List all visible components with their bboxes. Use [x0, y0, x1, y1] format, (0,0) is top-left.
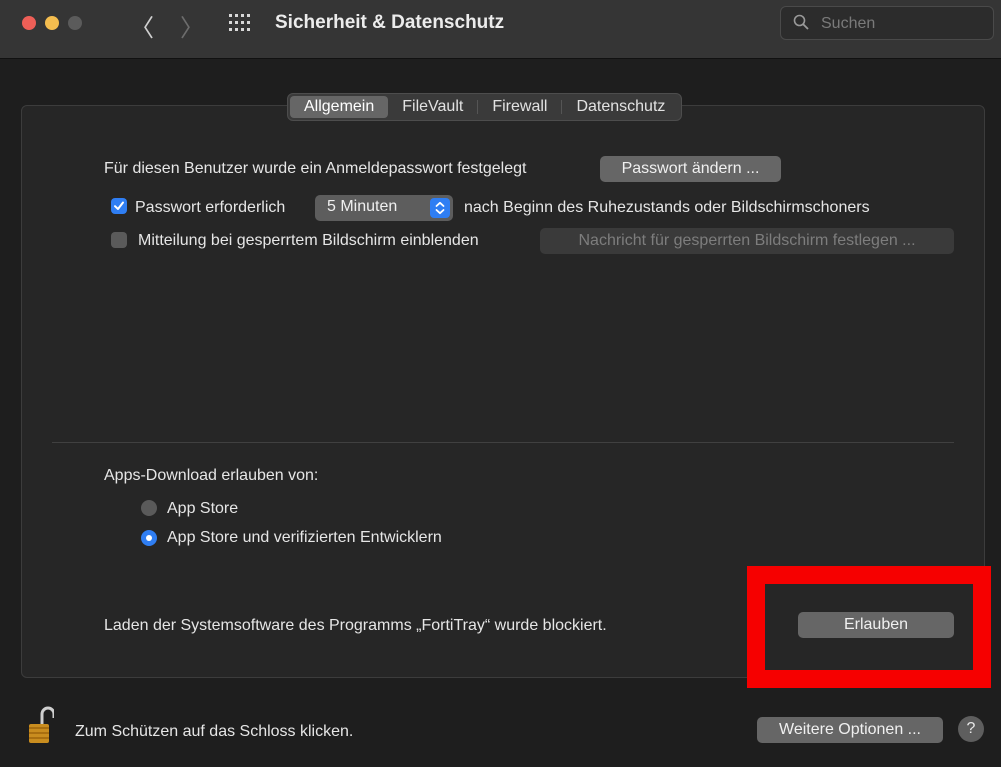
set-lock-message-button[interactable]: Nachricht für gesperrten Bildschirm fest… [540, 228, 954, 254]
lock-hint-text: Zum Schützen auf das Schloss klicken. [75, 723, 354, 740]
updown-chevron-icon [430, 198, 450, 218]
section-divider [52, 442, 954, 443]
lock-icon[interactable] [28, 704, 54, 744]
title-bar: 〈 〉 Sicherheit & Datenschutz [0, 0, 1001, 59]
search-icon [793, 14, 809, 30]
help-icon[interactable]: ? [958, 716, 984, 742]
password-interval-value: 5 Minuten [327, 198, 398, 215]
more-options-button[interactable]: Weitere Optionen ... [757, 717, 943, 743]
tab-bar: Allgemein FileVault Firewall Datenschutz [287, 93, 683, 121]
require-password-suffix: nach Beginn des Ruhezustands oder Bildsc… [464, 199, 870, 216]
require-password-label: Passwort erforderlich [135, 199, 286, 216]
tab-allgemein[interactable]: Allgemein [290, 96, 389, 118]
checkmark-icon [114, 201, 124, 210]
require-password-checkbox[interactable] [111, 198, 127, 214]
downloads-heading: Apps-Download erlauben von: [104, 467, 319, 484]
tab-filevault[interactable]: FileVault [388, 96, 477, 118]
tab-datenschutz[interactable]: Datenschutz [562, 96, 679, 118]
radio-app-store-verified[interactable] [141, 530, 157, 546]
search-field[interactable] [780, 6, 994, 40]
tab-firewall[interactable]: Firewall [478, 96, 561, 118]
change-password-button[interactable]: Passwort ändern ... [600, 156, 781, 182]
blocked-software-text: Laden der Systemsoftware des Programms „… [104, 617, 607, 634]
window-title: Sicherheit & Datenschutz [275, 12, 505, 33]
minimize-window-button[interactable] [45, 16, 59, 30]
password-interval-popup[interactable]: 5 Minuten [315, 195, 453, 221]
lock-message-checkbox[interactable] [111, 232, 127, 248]
zoom-window-button[interactable] [68, 16, 82, 30]
search-input[interactable] [819, 13, 988, 35]
close-window-button[interactable] [22, 16, 36, 30]
highlight-box [747, 566, 991, 688]
radio-app-store-label[interactable]: App Store [167, 500, 238, 518]
show-all-grid-icon[interactable] [229, 14, 251, 32]
lock-message-label: Mitteilung bei gesperrtem Bildschirm ein… [138, 232, 479, 249]
radio-app-store-verified-label[interactable]: App Store und verifizierten Entwicklern [167, 529, 442, 547]
back-arrow-icon[interactable]: 〈 [130, 8, 154, 43]
forward-arrow-icon[interactable]: 〉 [180, 8, 204, 43]
password-set-text: Für diesen Benutzer wurde ein Anmeldepas… [104, 160, 527, 177]
radio-app-store[interactable] [141, 500, 157, 516]
